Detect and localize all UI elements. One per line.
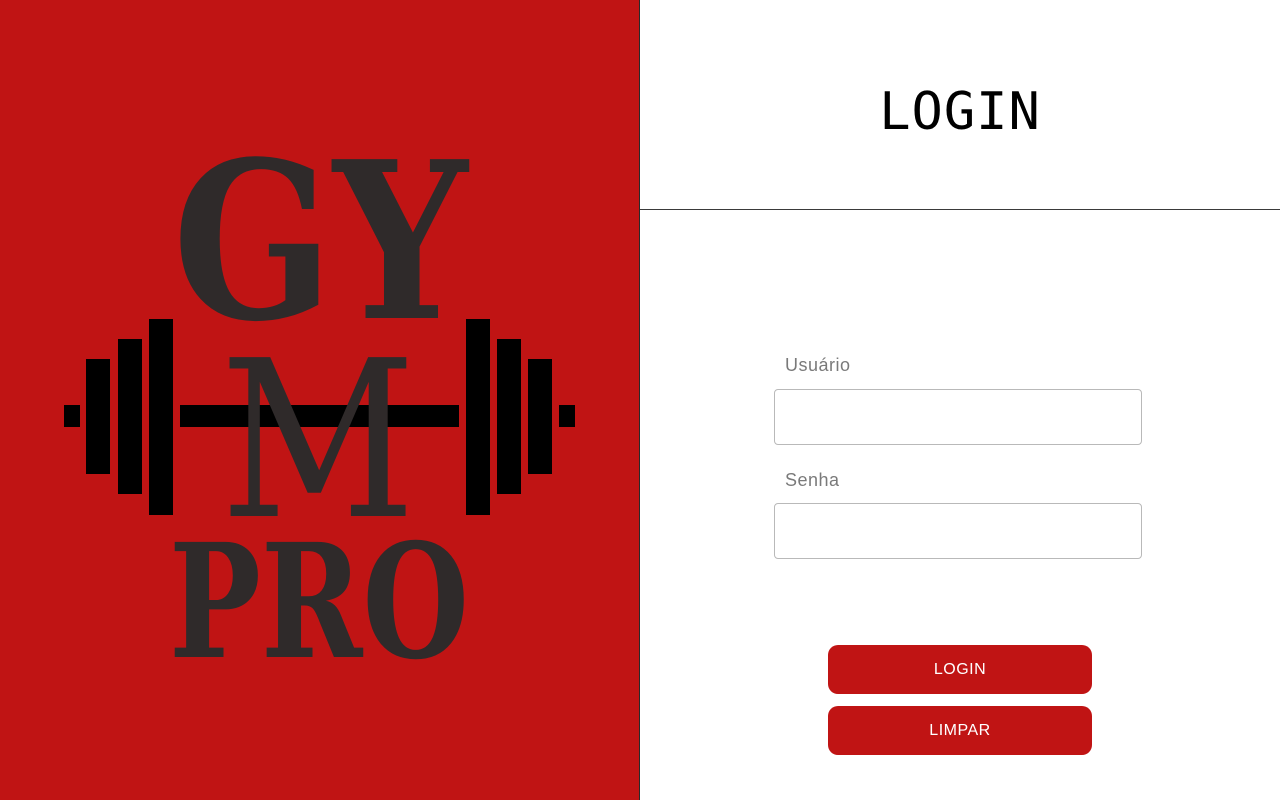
page-title: LOGIN [879, 82, 1041, 142]
login-button[interactable]: LOGIN [828, 645, 1092, 694]
password-label: Senha [785, 470, 840, 490]
username-label: Usuário [785, 355, 851, 375]
logo-text-pro: PRO [169, 510, 469, 695]
gym-pro-logo: GY M PRO [64, 114, 575, 695]
clear-button[interactable]: LIMPAR [828, 706, 1092, 755]
username-input[interactable] [774, 389, 1142, 445]
login-screen: GY M PRO LOGIN Usuário Senha LOGIN LIMPA… [0, 0, 1280, 800]
login-panel: LOGIN Usuário Senha LOGIN LIMPAR [640, 0, 1280, 800]
header-divider [640, 209, 1280, 210]
password-input[interactable] [774, 503, 1142, 559]
brand-panel: GY M PRO [0, 0, 639, 800]
